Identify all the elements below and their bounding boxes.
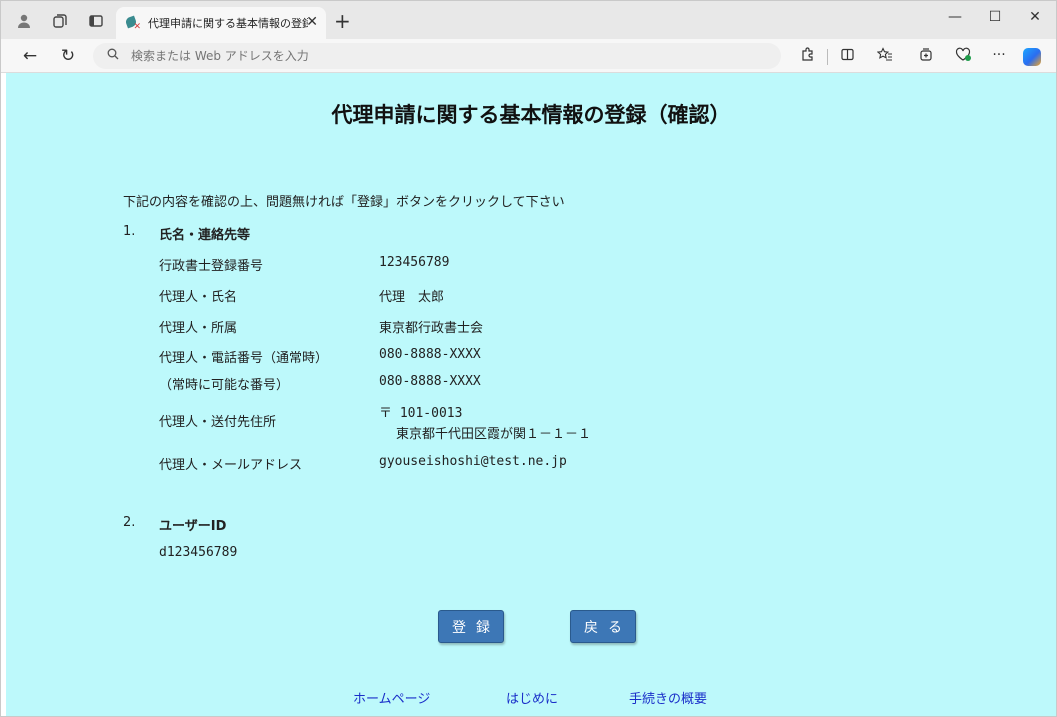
refresh-icon[interactable]: ↻ — [57, 46, 79, 66]
close-window-icon[interactable]: ✕ — [1025, 9, 1045, 25]
register-button[interactable]: 登録 — [438, 610, 504, 643]
new-tab-icon[interactable]: + — [334, 9, 351, 33]
section-title-user-id: ユーザーID — [159, 519, 227, 534]
label-agent-affiliation: 代理人・所属 — [159, 321, 238, 336]
profile-icon[interactable] — [13, 10, 35, 32]
value-postal-code: 〒 101-0013 — [379, 406, 463, 421]
minimize-icon[interactable]: — — [945, 9, 965, 25]
tab-title: 代理申請に関する基本情報の登録 — [148, 17, 308, 30]
label-email: 代理人・メールアドレス — [159, 458, 303, 473]
browser-essentials-icon[interactable] — [953, 47, 973, 66]
value-agent-name: 代理 太郎 — [379, 290, 445, 305]
page-content: 代理申請に関する基本情報の登録（確認） 下記の内容を確認の上、問題無ければ「登録… — [6, 73, 1056, 716]
value-user-id: d123456789 — [159, 545, 238, 560]
collections-icon[interactable] — [915, 47, 935, 66]
label-alt-phone: （常時に可能な番号） — [159, 378, 290, 393]
label-agent-name: 代理人・氏名 — [159, 290, 238, 305]
copilot-icon[interactable] — [1023, 48, 1041, 66]
value-agent-phone: 080-8888-XXXX — [379, 347, 481, 362]
footer-link-intro[interactable]: はじめに — [506, 688, 558, 707]
favorites-icon[interactable] — [875, 47, 895, 66]
page-title: 代理申請に関する基本情報の登録（確認） — [331, 103, 731, 127]
active-tab[interactable]: ✕ 代理申請に関する基本情報の登録 ✕ — [116, 7, 326, 39]
section-title-contact: 氏名・連絡先等 — [159, 228, 251, 243]
close-tab-icon[interactable]: ✕ — [306, 14, 318, 30]
tab-bar: ✕ 代理申請に関する基本情報の登録 ✕ + — ☐ ✕ — [1, 1, 1056, 39]
more-options-icon[interactable]: ··· — [989, 47, 1009, 63]
instruction-text: 下記の内容を確認の上、問題無ければ「登録」ボタンをクリックして下さい — [123, 195, 565, 210]
toolbar-separator — [827, 49, 828, 65]
footer-link-overview[interactable]: 手続きの概要 — [629, 688, 707, 707]
section-number: 1. — [123, 224, 136, 239]
address-bar[interactable] — [93, 43, 781, 69]
workspaces-icon[interactable] — [49, 10, 71, 32]
address-toolbar: ← ↻ ··· — [1, 39, 1056, 73]
value-agent-affiliation: 東京都行政書士会 — [379, 321, 484, 336]
value-alt-phone: 080-8888-XXXX — [379, 374, 481, 389]
section-number: 2. — [123, 515, 136, 530]
search-icon — [107, 48, 119, 64]
label-registration-number: 行政書士登録番号 — [159, 259, 264, 274]
tab-actions-icon[interactable] — [85, 10, 107, 32]
back-arrow-icon[interactable]: ← — [19, 46, 41, 66]
address-input[interactable] — [131, 49, 731, 63]
site-favicon-icon: ✕ — [124, 15, 141, 32]
browser-window: ✕ 代理申請に関する基本情報の登録 ✕ + — ☐ ✕ ← ↻ 検索または We… — [0, 0, 1057, 717]
footer-link-home[interactable]: ホームページ — [353, 688, 430, 707]
value-email: gyouseishoshi@test.ne.jp — [379, 454, 567, 469]
split-screen-icon[interactable] — [837, 47, 857, 66]
value-registration-number: 123456789 — [379, 255, 450, 270]
label-mailing-address: 代理人・送付先住所 — [159, 415, 277, 430]
maximize-icon[interactable]: ☐ — [985, 9, 1005, 25]
value-address-line: 東京都千代田区霞が関１－１－１ — [396, 427, 592, 442]
back-button[interactable]: 戻る — [570, 610, 636, 643]
extensions-icon[interactable] — [797, 47, 817, 66]
label-agent-phone: 代理人・電話番号（通常時） — [159, 351, 329, 366]
